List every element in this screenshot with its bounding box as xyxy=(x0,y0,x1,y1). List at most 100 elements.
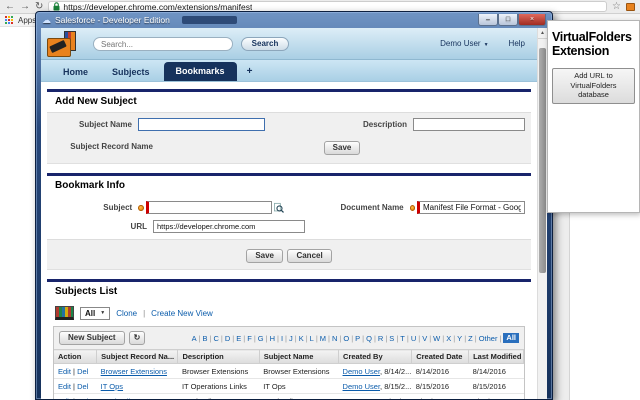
alphabet-link[interactable]: K xyxy=(299,334,304,343)
created-by-link[interactable]: Demo User xyxy=(343,397,381,400)
lookup-magnifier-icon[interactable] xyxy=(274,202,284,214)
subject-name-label: Subject Name xyxy=(53,120,138,129)
subject-lookup-input[interactable] xyxy=(146,201,272,214)
alphabet-link[interactable]: D xyxy=(225,334,230,343)
reload-icon[interactable]: ↻ xyxy=(35,2,43,12)
cancel-button[interactable]: Cancel xyxy=(287,249,331,263)
del-link[interactable]: Del xyxy=(77,382,88,391)
edit-link[interactable]: Edit xyxy=(58,382,71,391)
alphabet-link[interactable]: V xyxy=(422,334,427,343)
tab-bookmarks[interactable]: Bookmarks xyxy=(164,62,237,81)
separator: | xyxy=(199,334,201,343)
column-header[interactable]: Action xyxy=(54,350,97,364)
alphabet-link[interactable]: A xyxy=(192,334,197,343)
window-titlebar[interactable]: ☁ Salesforce - Developer Edition – □ × xyxy=(36,12,552,28)
column-header[interactable]: Last Modified Date xyxy=(469,350,524,364)
alphabet-link[interactable]: W xyxy=(433,334,440,343)
list-view-icon[interactable] xyxy=(55,306,74,320)
tab-home[interactable]: Home xyxy=(53,64,98,81)
column-header[interactable]: Subject Record Na... xyxy=(97,350,178,364)
record-name-link[interactable]: Browser Extensions xyxy=(101,367,167,376)
apps-bookmark[interactable]: Apps xyxy=(18,16,36,25)
window-scrollbar[interactable]: ▲ xyxy=(537,28,547,399)
subject-label: Subject xyxy=(53,203,138,212)
created-by-link[interactable]: Demo User xyxy=(343,382,381,391)
separator: | xyxy=(295,334,297,343)
column-header[interactable]: Description xyxy=(178,350,259,364)
alphabet-link[interactable]: M xyxy=(320,334,326,343)
close-button[interactable]: × xyxy=(518,14,546,26)
create-new-view-link[interactable]: Create New View xyxy=(151,309,213,318)
bookmark-star-icon[interactable]: ☆ xyxy=(612,1,621,12)
alphabet-link[interactable]: O xyxy=(343,334,349,343)
help-link[interactable]: Help xyxy=(509,39,525,48)
user-menu[interactable]: Demo User▼ xyxy=(440,39,488,48)
alphabet-link[interactable]: Q xyxy=(366,334,372,343)
separator: | xyxy=(306,334,308,343)
edit-link[interactable]: Edit xyxy=(58,397,71,400)
forward-icon[interactable]: → xyxy=(20,2,30,12)
alphabet-link[interactable]: B xyxy=(203,334,208,343)
url-input[interactable] xyxy=(153,220,305,233)
table-row: Edit | DelIT OpsIT Operations LinksIT Op… xyxy=(54,379,524,394)
alphabet-link[interactable]: P xyxy=(355,334,360,343)
edit-link[interactable]: Edit xyxy=(58,367,71,376)
minimize-button[interactable]: – xyxy=(478,14,498,26)
alphabet-link[interactable]: T xyxy=(400,334,405,343)
redacted-text xyxy=(182,16,237,24)
salesforce-window: ☁ Salesforce - Developer Edition – □ × S… xyxy=(35,11,553,400)
tab-subjects[interactable]: Subjects xyxy=(102,64,160,81)
alphabet-link[interactable]: Other xyxy=(479,334,498,343)
maximize-button[interactable]: □ xyxy=(498,14,518,26)
column-header[interactable]: Created Date xyxy=(412,350,469,364)
record-name-link[interactable]: IT Ops xyxy=(101,382,123,391)
alphabet-link[interactable]: Y xyxy=(457,334,462,343)
document-name-input[interactable] xyxy=(417,201,525,214)
separator: | xyxy=(374,334,376,343)
alphabet-link[interactable]: All xyxy=(503,333,519,343)
refresh-button[interactable]: ↻ xyxy=(129,331,146,345)
url-text[interactable]: https://developer.chrome.com/extensions/… xyxy=(63,2,252,12)
alphabet-link[interactable]: X xyxy=(446,334,451,343)
search-button[interactable]: Search xyxy=(241,37,289,51)
tab-add[interactable]: + xyxy=(241,63,259,81)
save-button[interactable]: Save xyxy=(246,249,283,263)
created-by-link[interactable]: Demo User xyxy=(343,367,381,376)
alphabet-link[interactable]: F xyxy=(247,334,252,343)
new-subject-button[interactable]: New Subject xyxy=(59,331,125,345)
view-selector[interactable]: All ▼ xyxy=(80,307,110,320)
alphabet-link[interactable]: Z xyxy=(468,334,473,343)
alphabet-link[interactable]: C xyxy=(214,334,219,343)
del-link[interactable]: Del xyxy=(77,397,88,400)
alphabet-link[interactable]: G xyxy=(258,334,264,343)
alphabet-link[interactable]: I xyxy=(281,334,283,343)
add-url-button[interactable]: Add URL to VirtualFolders database xyxy=(552,68,635,104)
separator: | xyxy=(499,334,501,343)
subject-name-input[interactable] xyxy=(138,118,265,131)
apps-grid-icon[interactable] xyxy=(5,16,14,25)
scrollbar-thumb[interactable] xyxy=(539,48,546,273)
column-header[interactable]: Created By xyxy=(339,350,412,364)
alphabet-link[interactable]: N xyxy=(332,334,337,343)
clone-link[interactable]: Clone xyxy=(116,309,137,318)
alphabet-link[interactable]: S xyxy=(389,334,394,343)
alphabet-link[interactable]: U xyxy=(411,334,416,343)
record-name-link[interactable]: Music Files xyxy=(101,397,139,400)
column-header[interactable]: Subject Name xyxy=(259,350,338,364)
del-link[interactable]: Del xyxy=(77,367,88,376)
subject-record-name-label: Subject Record Name xyxy=(53,142,159,151)
alphabet-link[interactable]: E xyxy=(236,334,241,343)
description-input[interactable] xyxy=(413,118,525,131)
separator: | xyxy=(475,334,477,343)
alphabet-link[interactable]: R xyxy=(378,334,383,343)
search-input[interactable] xyxy=(93,37,233,51)
scroll-up-icon[interactable]: ▲ xyxy=(538,28,547,39)
chevron-down-icon: ▼ xyxy=(100,310,105,316)
save-button[interactable]: Save xyxy=(324,141,361,155)
alphabet-link[interactable]: L xyxy=(310,334,314,343)
virtualfolders-extension-icon[interactable] xyxy=(626,3,635,11)
alphabet-link[interactable]: H xyxy=(270,334,275,343)
alphabet-link[interactable]: J xyxy=(289,334,293,343)
document-name-label: Document Name xyxy=(284,203,410,212)
back-icon[interactable]: ← xyxy=(5,2,15,12)
